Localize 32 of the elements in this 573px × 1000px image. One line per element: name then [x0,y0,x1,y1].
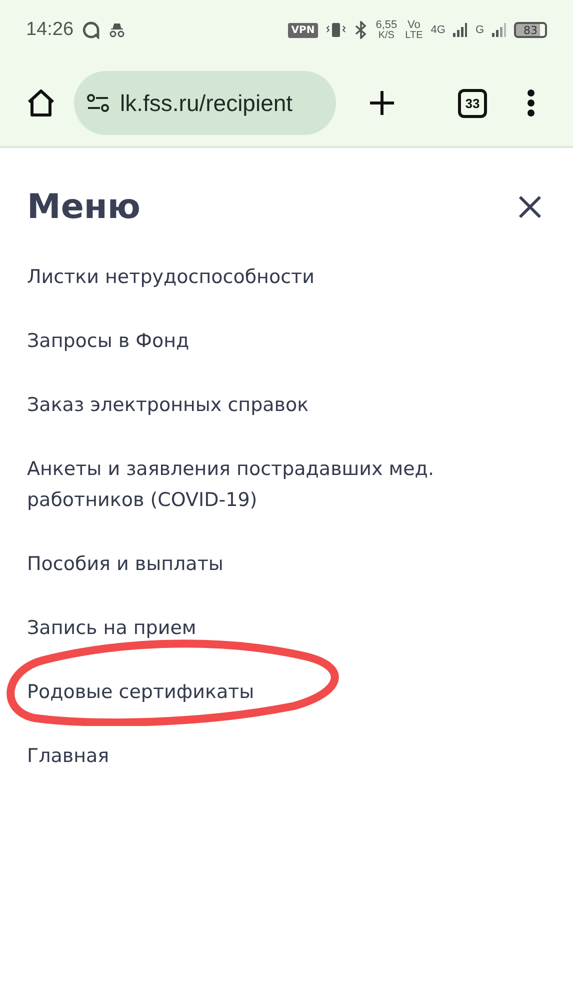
menu-link[interactable]: Листки нетрудоспособности [27,262,457,293]
volte-label: Vo [408,20,420,30]
signal-icon [492,23,506,37]
home-icon [26,88,56,118]
battery-indicator: 83 [514,22,547,38]
bluetooth-icon [354,21,368,39]
chat-bubble-icon [82,21,100,39]
menu-link[interactable]: Анкеты и заявления пострадавших мед. работников (COVID-19) [27,454,457,516]
menu-link[interactable]: Главная [27,741,457,772]
plus-icon [368,89,396,117]
url-text: lk.fss.ru/recipient [120,90,293,116]
menu-title: Меню [27,187,140,227]
vpn-badge: VPN [288,22,318,38]
more-icon [527,89,535,117]
network-type: 4G [430,24,446,36]
menu-link[interactable]: Запись на прием [27,613,457,644]
address-bar[interactable]: lk.fss.ru/recipient [74,71,336,135]
site-settings-icon [86,93,110,113]
speed-unit: K/S [378,30,394,40]
menu-link[interactable]: Заказ электронных справок [27,390,457,421]
clock: 14:26 [26,19,74,41]
menu-link[interactable]: Запросы в Фонд [27,326,457,357]
vibrate-icon [326,22,346,38]
lte-label: LTE [405,30,423,40]
close-icon [518,195,542,219]
network-type: G [475,24,484,36]
tab-count-button[interactable]: 33 [458,88,487,118]
incognito-icon [108,22,126,38]
network-speed: 6,55 [376,20,398,30]
menu-link[interactable]: Родовые сертификаты [27,677,457,708]
signal-icon [453,23,468,37]
menu-link[interactable]: Пособия и выплаты [27,549,457,580]
